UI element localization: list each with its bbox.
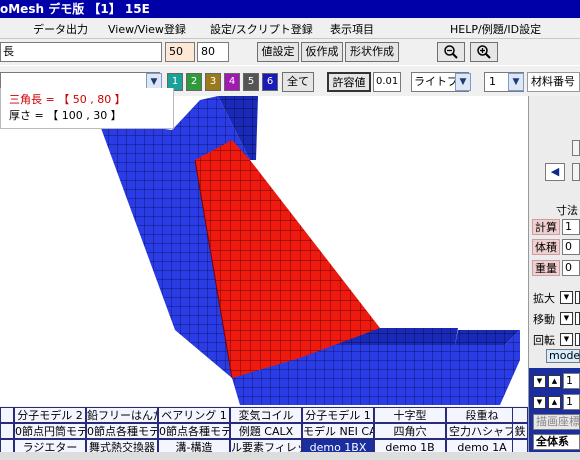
spin1-down-icon[interactable]: ▼ bbox=[533, 375, 546, 388]
tolerance-button[interactable]: 許容値 bbox=[327, 72, 371, 92]
color-button-5-label: 5 bbox=[247, 76, 255, 87]
material-index: 1 bbox=[489, 75, 496, 88]
tolerance-input[interactable]: 0.01 bbox=[373, 72, 401, 92]
model-tab[interactable]: 段重ね bbox=[446, 407, 518, 423]
set-value-button[interactable]: 値設定 bbox=[257, 42, 299, 62]
zoom-control-label: 拡大 bbox=[533, 292, 555, 305]
model-tab[interactable]: モデル NEI CA bbox=[302, 423, 374, 439]
volume-value: 0 bbox=[562, 239, 580, 255]
rotate-up-icon[interactable] bbox=[575, 333, 580, 346]
shape-param-value: 長 bbox=[3, 45, 14, 58]
rotate-down-icon[interactable]: ▼ bbox=[560, 333, 573, 346]
info-line-1: 三角長 = 【 50 , 80 】 bbox=[9, 93, 126, 106]
material-number-text: 材料番号 bbox=[531, 75, 575, 88]
model-tab-edge[interactable] bbox=[0, 407, 14, 423]
model-tab[interactable]: 十字型 bbox=[374, 407, 446, 423]
spin1-up-icon[interactable]: ▲ bbox=[548, 375, 561, 388]
zoom-in-icon bbox=[477, 45, 491, 59]
dimension-info-box: 三角長 = 【 50 , 80 】 厚さ = 【 100 , 30 】 bbox=[0, 88, 174, 129]
color-button-4-label: 4 bbox=[228, 76, 236, 87]
zoom-out-icon bbox=[444, 45, 458, 59]
panel-toggle-top[interactable] bbox=[572, 140, 580, 156]
create-shape-button[interactable]: 形状作成 bbox=[345, 42, 399, 62]
menu-view[interactable]: View/View登録 bbox=[108, 21, 186, 37]
spin1-value[interactable]: 1 bbox=[563, 373, 580, 389]
global-system-button[interactable]: 全体系 bbox=[533, 434, 580, 450]
spin2-value[interactable]: 1 bbox=[563, 394, 580, 410]
status-bar bbox=[0, 452, 580, 460]
color-button-5[interactable]: 5 bbox=[243, 73, 259, 91]
model-tab-edge[interactable] bbox=[0, 423, 14, 439]
param-input-1[interactable]: 50 bbox=[165, 42, 195, 62]
move-down-icon[interactable]: ▼ bbox=[560, 312, 573, 325]
color-button-3-label: 3 bbox=[209, 76, 217, 87]
model-tab[interactable]: 0節点各種モデ bbox=[86, 423, 158, 439]
model-tab[interactable] bbox=[512, 407, 528, 423]
prev-arrow-button[interactable]: ◀ bbox=[545, 163, 565, 181]
color-button-2[interactable]: 2 bbox=[186, 73, 202, 91]
menu-settings[interactable]: 設定/スクリプト登録 bbox=[210, 21, 313, 37]
spin2-down-icon[interactable]: ▼ bbox=[533, 396, 546, 409]
light-value: ライトブ bbox=[414, 75, 458, 88]
weight-label: 重量 bbox=[532, 260, 560, 276]
param-input-2[interactable]: 80 bbox=[197, 42, 229, 62]
zoom-out-button[interactable] bbox=[437, 42, 465, 62]
model-tab[interactable]: 鉛フリーはんだ bbox=[86, 407, 158, 423]
calc-value[interactable]: 1 bbox=[562, 219, 580, 235]
weight-value: 0 bbox=[562, 260, 580, 276]
model-tab[interactable]: 鉄 bbox=[512, 423, 528, 439]
menu-help[interactable]: HELP/例題/ID設定 bbox=[450, 21, 541, 37]
menu-bar: データ出力 View/View登録 設定/スクリプト登録 表示項目 HELP/例… bbox=[0, 18, 580, 39]
menu-data-output[interactable]: データ出力 bbox=[33, 21, 88, 37]
shape-param-select[interactable]: 長 bbox=[0, 42, 162, 62]
window-title: oMesh デモ版 【1】 15E bbox=[0, 2, 150, 16]
model-tab[interactable]: 空力ハシャフ bbox=[446, 423, 518, 439]
coordinate-button[interactable]: 描画座標 bbox=[533, 414, 580, 430]
model-tab[interactable]: 四角穴 bbox=[374, 423, 446, 439]
material-number-label: 材料番号 bbox=[527, 72, 580, 92]
model-tab[interactable]: ベアリング 1 bbox=[158, 407, 230, 423]
move-control-label: 移動 bbox=[533, 313, 555, 326]
mesh-canvas bbox=[98, 96, 520, 405]
zoom-down-icon[interactable]: ▼ bbox=[560, 291, 573, 304]
mode-value: mode bbox=[549, 349, 580, 362]
mode-select[interactable]: mode bbox=[546, 349, 580, 363]
param-input-2-value: 80 bbox=[201, 45, 215, 58]
model-tab[interactable]: 0節点円筒モデ bbox=[14, 423, 86, 439]
light-select-arrow-icon[interactable]: ▼ bbox=[455, 73, 471, 91]
volume-label: 体積 bbox=[532, 239, 560, 255]
calc-label: 計算 bbox=[532, 219, 560, 235]
move-up-icon[interactable] bbox=[575, 312, 580, 325]
color-button-6-label: 6 bbox=[266, 76, 274, 87]
left-arrow-icon: ◀ bbox=[550, 165, 560, 178]
title-bar: oMesh デモ版 【1】 15E bbox=[0, 0, 580, 18]
model-tab[interactable]: 変気コイル bbox=[230, 407, 302, 423]
model-tab[interactable]: 例題 CALX bbox=[230, 423, 302, 439]
color-button-3[interactable]: 3 bbox=[205, 73, 221, 91]
model-tab[interactable]: 分子モデル 2 bbox=[14, 407, 86, 423]
menu-display[interactable]: 表示項目 bbox=[330, 21, 374, 37]
material-select-arrow-icon[interactable]: ▼ bbox=[508, 73, 524, 91]
tolerance-value: 0.01 bbox=[376, 76, 399, 87]
info-line-2: 厚さ = 【 100 , 30 】 bbox=[9, 109, 122, 122]
mesh-viewport[interactable] bbox=[0, 96, 528, 406]
temp-create-button[interactable]: 仮作成 bbox=[301, 42, 343, 62]
rotate-control-label: 回転 bbox=[533, 334, 555, 347]
color-button-6[interactable]: 6 bbox=[262, 73, 278, 91]
color-button-4[interactable]: 4 bbox=[224, 73, 240, 91]
zoom-up-icon[interactable] bbox=[575, 291, 580, 304]
model-tab[interactable]: 0節点各種モデ bbox=[158, 423, 230, 439]
color-button-2-label: 2 bbox=[190, 76, 198, 87]
color-button-1-label: 1 bbox=[171, 76, 179, 87]
dimension-title: 寸法 bbox=[556, 204, 578, 217]
zoom-in-button[interactable] bbox=[470, 42, 498, 62]
spin2-up-icon[interactable]: ▲ bbox=[548, 396, 561, 409]
panel-toggle-mid[interactable] bbox=[572, 163, 580, 181]
all-colors-button[interactable]: 全て bbox=[282, 72, 314, 92]
toolbar-top: 長 50 80 値設定 仮作成 形状作成 bbox=[0, 39, 580, 65]
model-tab[interactable]: 分子モデル 1 bbox=[302, 407, 374, 423]
param-input-1-value: 50 bbox=[169, 45, 183, 58]
